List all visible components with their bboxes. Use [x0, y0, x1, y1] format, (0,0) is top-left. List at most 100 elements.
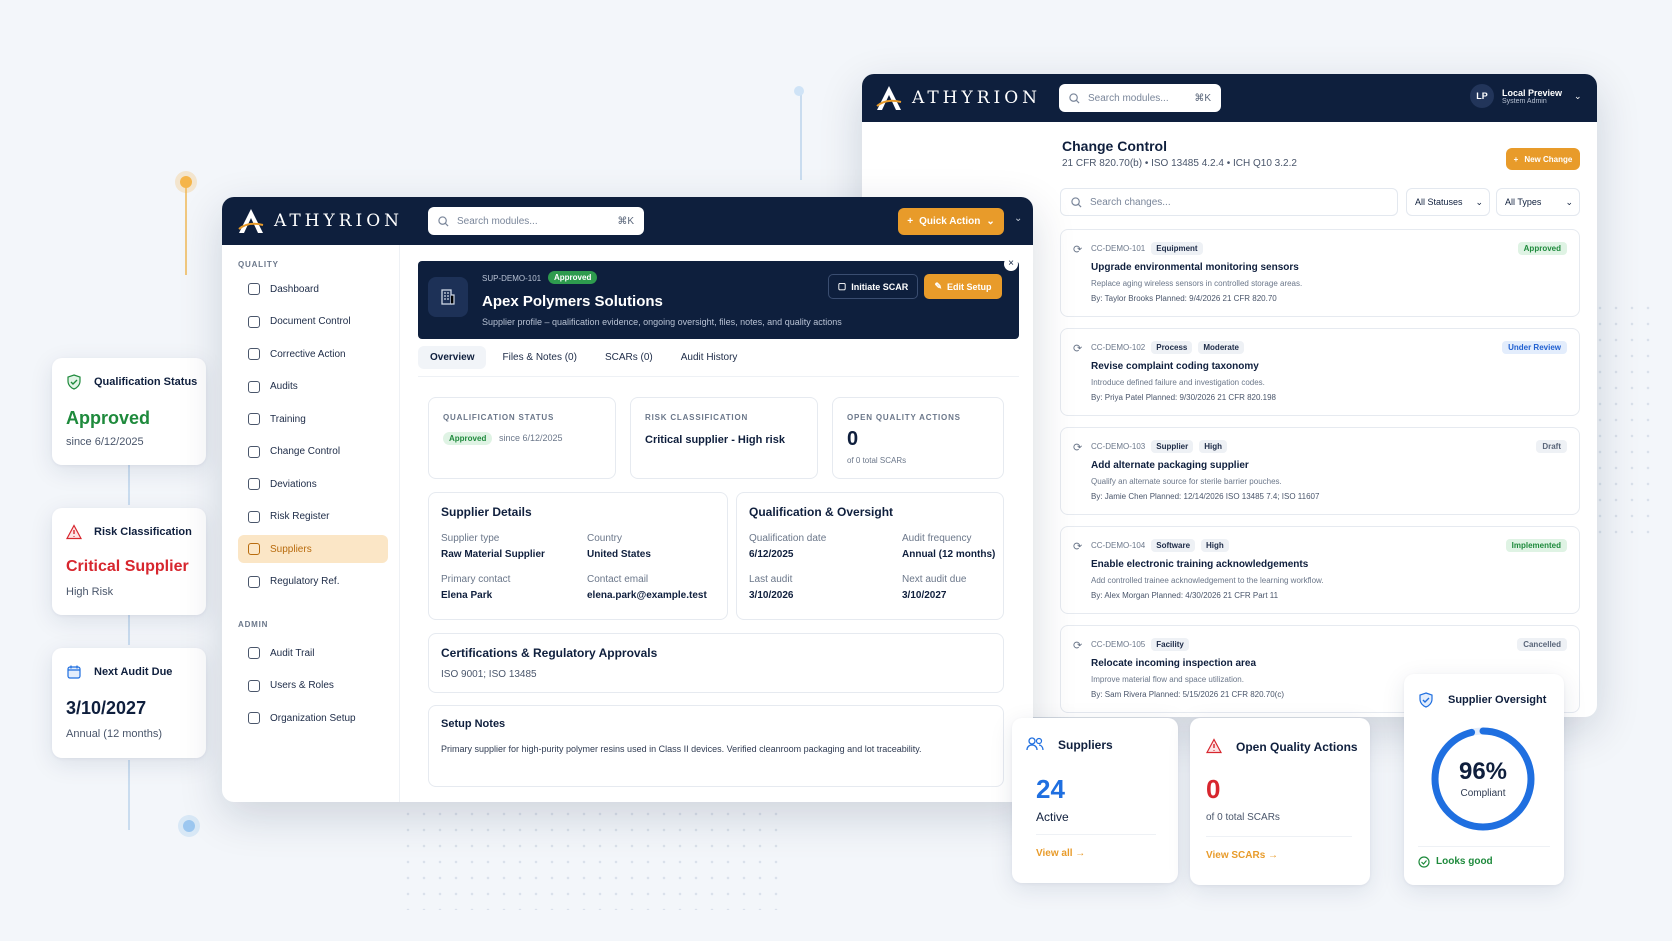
- shield-icon: [248, 510, 260, 523]
- calendar-icon: [248, 647, 260, 659]
- card-title: Risk Classification: [94, 526, 192, 538]
- quick-action-label: Quick Action: [919, 216, 981, 227]
- quick-action-button[interactable]: + Quick Action ⌄: [898, 208, 1004, 235]
- plus-icon: +: [907, 216, 914, 227]
- supplier-oversight-card: Supplier Oversight 96% Compliant Looks g…: [1404, 674, 1564, 885]
- sidebar: QUALITY Dashboard Document Control Correct…: [222, 245, 400, 802]
- status-badge: Cancelled: [1517, 638, 1567, 651]
- status-badge: Approved: [548, 271, 598, 284]
- new-change-label: New Change: [1524, 154, 1573, 164]
- document-icon: [248, 315, 260, 328]
- change-search-input[interactable]: Search changes...: [1060, 188, 1398, 216]
- open-actions-count: 0: [1206, 774, 1221, 804]
- tab-audit-history[interactable]: Audit History: [669, 346, 750, 369]
- check-circle-icon: [1418, 856, 1430, 868]
- change-list-item[interactable]: ⟳ CC-DEMO-101 Equipment Upgrade environment…: [1060, 229, 1580, 317]
- chevron-down-icon[interactable]: ⌄: [1014, 213, 1022, 224]
- field-label: Last audit: [749, 574, 793, 585]
- sidebar-item-label: Audits: [270, 381, 298, 392]
- athyrion-logo: ATHYRION: [236, 207, 403, 235]
- change-meta: By: Alex Morgan Planned: 4/30/2026 21 CF…: [1091, 591, 1279, 600]
- setup-notes-card: Setup Notes Primary supplier for high-pu…: [428, 705, 1004, 787]
- new-change-button[interactable]: + New Change: [1506, 148, 1580, 170]
- brand-name: ATHYRION: [274, 211, 404, 231]
- plus-icon: +: [1513, 154, 1519, 164]
- top-navigation-bar: ATHYRION Search modules... ⌘K + Quick Act…: [222, 197, 1033, 245]
- status-filter-label: All Statuses: [1415, 197, 1463, 207]
- status-filter-select[interactable]: All Statuses ⌄: [1406, 188, 1490, 216]
- brand-name: ATHYRION: [912, 88, 1042, 108]
- warning-triangle-icon: [66, 524, 82, 540]
- sidebar-item-suppliers[interactable]: Suppliers: [238, 535, 388, 563]
- sidebar-item-audits[interactable]: Audits: [238, 373, 388, 401]
- change-title: Upgrade environmental monitoring sensors: [1091, 262, 1299, 273]
- supplier-id: SUP-DEMO-101: [482, 274, 542, 283]
- risk-value: Critical Supplier: [66, 558, 189, 575]
- sidebar-item-training[interactable]: Training: [238, 405, 388, 433]
- change-list-item[interactable]: ⟳ CC-DEMO-104 Software High Enable electroni…: [1060, 526, 1580, 614]
- next-audit-value: 3/10/2027: [902, 590, 947, 601]
- view-all-link[interactable]: View all →: [1036, 848, 1085, 859]
- dot-pattern-decoration: [400, 790, 780, 910]
- supplier-details-card: Supplier Details Supplier type Raw Mater…: [428, 492, 728, 620]
- search-placeholder: Search modules...: [1088, 92, 1169, 104]
- chevron-down-icon: ⌄: [1574, 90, 1582, 101]
- sidebar-item-change-control[interactable]: Change Control: [238, 438, 388, 466]
- sidebar-item-risk-register[interactable]: Risk Register: [238, 503, 388, 531]
- edit-setup-button[interactable]: ✎ Edit Setup: [924, 274, 1002, 299]
- change-meta: By: Priya Patel Planned: 9/30/2026 21 CF…: [1091, 393, 1277, 402]
- sidebar-item-users-roles[interactable]: Users & Roles: [238, 672, 388, 700]
- search-icon: [1071, 196, 1082, 208]
- edit-setup-label: Edit Setup: [947, 281, 992, 292]
- close-icon[interactable]: ×: [1004, 257, 1018, 271]
- risk-classification-card: Risk Classification Critical Supplier Hi…: [52, 508, 206, 615]
- tab-files-notes[interactable]: Files & Notes (0): [490, 346, 588, 369]
- status-badge: Approved: [1517, 242, 1567, 255]
- audit-sub: Annual (12 months): [66, 728, 162, 740]
- divider: [1036, 834, 1156, 835]
- change-id: CC-DEMO-101: [1091, 244, 1146, 253]
- athyrion-logo: ATHYRION: [874, 84, 1041, 112]
- type-filter-label: All Types: [1505, 197, 1542, 207]
- module-search-input[interactable]: Search modules... ⌘K: [1059, 84, 1221, 112]
- section-title: Certifications & Regulatory Approvals: [441, 646, 658, 660]
- change-id-row: CC-DEMO-101 Equipment: [1091, 242, 1203, 255]
- suppliers-count: 24: [1036, 774, 1065, 804]
- status-badge: Implemented: [1505, 539, 1567, 552]
- qualification-date-value: 6/12/2025: [749, 549, 794, 560]
- status-badge: Under Review: [1502, 341, 1567, 354]
- field-label: Primary contact: [441, 574, 511, 585]
- sidebar-item-deviations[interactable]: Deviations: [238, 470, 388, 498]
- sidebar-item-label: Deviations: [270, 478, 317, 490]
- last-audit-value: 3/10/2026: [749, 590, 794, 601]
- chevron-down-icon: ⌄: [1565, 196, 1573, 207]
- field-label: Next audit due: [902, 574, 967, 585]
- building-icon: [428, 277, 468, 317]
- email-value[interactable]: elena.park@example.test: [587, 590, 707, 601]
- change-list-item[interactable]: ⟳ CC-DEMO-103 Supplier High Add alternate pa…: [1060, 427, 1580, 515]
- audit-frequency-value: Annual (12 months): [902, 549, 996, 560]
- type-filter-select[interactable]: All Types ⌄: [1496, 188, 1580, 216]
- tab-scars[interactable]: SCARs (0): [593, 346, 665, 369]
- sidebar-item-dashboard[interactable]: Dashboard: [238, 275, 388, 303]
- sidebar-item-audit-trail[interactable]: Audit Trail: [238, 639, 388, 667]
- summary-label: QUALIFICATION STATUS: [443, 413, 555, 422]
- qualification-since: since 6/12/2025: [66, 436, 144, 448]
- user-menu[interactable]: LP Local Preview System Admin ⌄: [1470, 84, 1582, 108]
- initiate-scar-button[interactable]: ▢ Initiate SCAR: [828, 274, 918, 299]
- search-placeholder: Search modules...: [457, 215, 538, 227]
- top-navigation-bar: ATHYRION Search modules... ⌘K LP Local P…: [862, 74, 1597, 122]
- module-search-input[interactable]: Search modules... ⌘K: [428, 207, 644, 235]
- sidebar-item-corrective-action[interactable]: Corrective Action: [238, 340, 388, 368]
- connector-node: [794, 86, 804, 96]
- shield-check-icon: [1419, 692, 1433, 708]
- tab-overview[interactable]: Overview: [418, 346, 487, 369]
- view-scars-link[interactable]: View SCARs →: [1206, 850, 1278, 861]
- users-icon: [248, 679, 260, 692]
- sidebar-item-organization-setup[interactable]: Organization Setup: [238, 704, 388, 732]
- sidebar-item-document-control[interactable]: Document Control: [238, 308, 388, 336]
- change-list-item[interactable]: ⟳ CC-DEMO-102 Process Moderate Revise compla…: [1060, 328, 1580, 416]
- supplier-header-banner: SUP-DEMO-101 Approved Apex Polymers Solu…: [418, 257, 1019, 339]
- chevron-down-icon: ⌄: [986, 216, 995, 227]
- sidebar-item-regulatory-ref[interactable]: Regulatory Ref.: [238, 568, 388, 596]
